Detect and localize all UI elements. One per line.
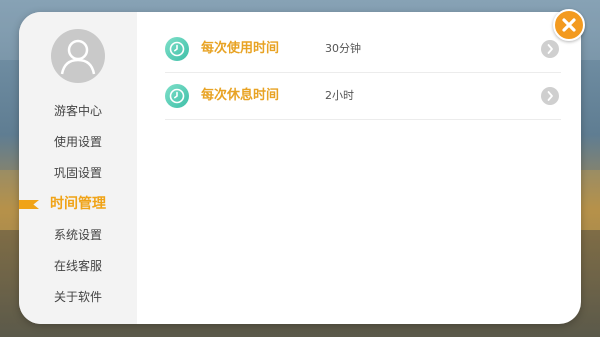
avatar[interactable] xyxy=(51,29,105,83)
sidebar-item-label: 使用设置 xyxy=(53,135,102,149)
sidebar-item-usage-settings[interactable]: 使用设置 xyxy=(19,127,137,158)
sidebar-item-online-support[interactable]: 在线客服 xyxy=(19,251,137,282)
sidebar-item-label: 巩固设置 xyxy=(53,166,102,180)
settings-dialog: 游客中心 使用设置 巩固设置 时间管理 系统设置 在线客服 关于软件 每次使用时… xyxy=(19,12,581,324)
sidebar-item-label: 关于软件 xyxy=(53,290,102,304)
sidebar-item-time-management[interactable]: 时间管理 xyxy=(19,189,137,220)
chevron-right-icon[interactable] xyxy=(541,87,559,105)
sidebar-item-label: 时间管理 xyxy=(50,196,106,212)
sidebar-item-visitor-center[interactable]: 游客中心 xyxy=(19,96,137,127)
sidebar: 游客中心 使用设置 巩固设置 时间管理 系统设置 在线客服 关于软件 xyxy=(19,12,137,324)
sidebar-item-label: 系统设置 xyxy=(53,228,102,242)
setting-label: 每次休息时间 xyxy=(201,88,280,103)
sidebar-item-label: 在线客服 xyxy=(53,259,102,273)
setting-row-rest-time[interactable]: 每次休息时间 2小时 xyxy=(165,73,561,120)
clock-icon xyxy=(165,37,189,61)
sidebar-item-review-settings[interactable]: 巩固设置 xyxy=(19,158,137,189)
close-button[interactable] xyxy=(553,9,585,41)
setting-label: 每次使用时间 xyxy=(201,41,280,56)
setting-value: 2小时 xyxy=(325,89,354,102)
close-icon xyxy=(562,18,576,32)
setting-value: 30分钟 xyxy=(325,42,361,55)
sidebar-item-about[interactable]: 关于软件 xyxy=(19,282,137,313)
user-icon xyxy=(60,39,96,75)
settings-list: 每次使用时间 30分钟 每次休息时间 2小时 xyxy=(165,26,561,120)
sidebar-item-system-settings[interactable]: 系统设置 xyxy=(19,220,137,251)
clock-icon xyxy=(165,84,189,108)
sidebar-menu: 游客中心 使用设置 巩固设置 时间管理 系统设置 在线客服 关于软件 xyxy=(19,96,137,313)
sidebar-item-label: 游客中心 xyxy=(53,104,102,118)
chevron-right-icon[interactable] xyxy=(541,40,559,58)
setting-row-usage-time[interactable]: 每次使用时间 30分钟 xyxy=(165,26,561,73)
active-indicator xyxy=(19,200,39,209)
